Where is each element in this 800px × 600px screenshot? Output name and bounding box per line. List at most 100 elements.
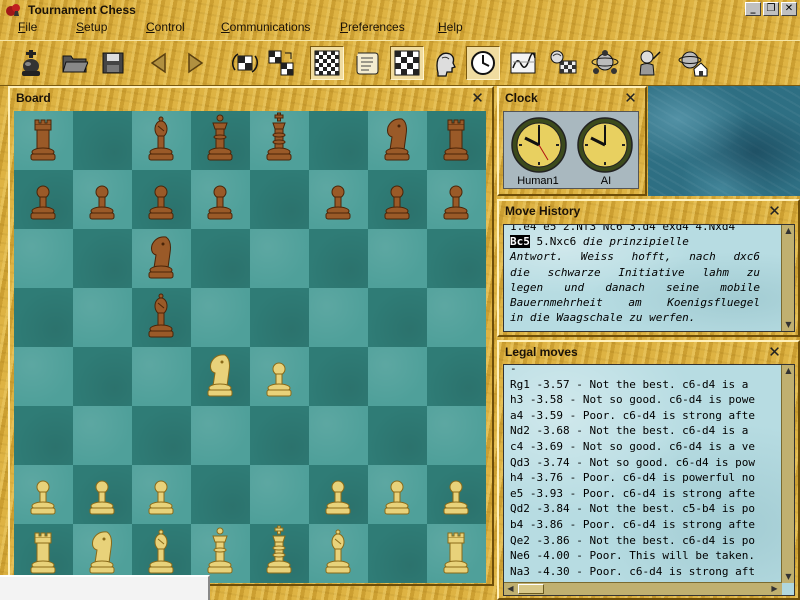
scroll-up-icon[interactable]: ▲ bbox=[782, 365, 794, 377]
board-square[interactable] bbox=[132, 406, 191, 465]
board-square[interactable] bbox=[14, 288, 73, 347]
scroll-up-icon[interactable]: ▲ bbox=[782, 225, 794, 237]
board-square[interactable] bbox=[14, 170, 73, 229]
legal-move-line[interactable]: Qe2 -3.86 - Not the best. c6-d4 is po bbox=[510, 533, 772, 549]
board-square[interactable] bbox=[309, 524, 368, 583]
scroll-down-icon[interactable]: ▼ bbox=[782, 319, 794, 331]
back-arrow-icon[interactable] bbox=[142, 46, 176, 80]
board-panel-close-icon[interactable]: ✕ bbox=[470, 91, 485, 106]
chess-board[interactable] bbox=[14, 111, 486, 583]
hscroll-thumb[interactable] bbox=[518, 584, 544, 594]
legal-move-line[interactable]: Ne6 -4.00 - Poor. This will be taken. bbox=[510, 548, 772, 564]
board-square[interactable] bbox=[250, 465, 309, 524]
board-square[interactable] bbox=[427, 524, 486, 583]
board-square[interactable] bbox=[250, 111, 309, 170]
restore-button[interactable]: ❐ bbox=[763, 2, 779, 16]
board-square[interactable] bbox=[427, 111, 486, 170]
board-square[interactable] bbox=[73, 229, 132, 288]
network-icon[interactable] bbox=[588, 46, 622, 80]
board-square[interactable] bbox=[132, 170, 191, 229]
legal-move-line[interactable]: Na3 -4.30 - Poor. c6-d4 is strong aft bbox=[510, 564, 772, 580]
legal-move-line[interactable]: b4 -3.86 - Poor. c6-d4 is strong afte bbox=[510, 517, 772, 533]
current-move-highlight[interactable]: Bc5 bbox=[510, 235, 530, 249]
board-square[interactable] bbox=[191, 170, 250, 229]
board-square[interactable] bbox=[191, 465, 250, 524]
legal-vscrollbar[interactable]: ▲ ▼ bbox=[781, 365, 794, 583]
board-square[interactable] bbox=[250, 347, 309, 406]
menu-help[interactable]: Help bbox=[438, 20, 463, 34]
board-square[interactable] bbox=[427, 347, 486, 406]
legal-move-line[interactable]: c4 -3.69 - Not so good. c6-d4 is a ve bbox=[510, 439, 772, 455]
board-square[interactable] bbox=[14, 347, 73, 406]
open-folder-icon[interactable] bbox=[58, 46, 92, 80]
board-square[interactable] bbox=[368, 465, 427, 524]
legal-move-line[interactable]: h3 -3.58 - Not so good. c6-d4 is powe bbox=[510, 392, 772, 408]
save-disk-icon[interactable] bbox=[96, 46, 130, 80]
menu-control[interactable]: Control bbox=[146, 20, 185, 34]
new-game-king-icon[interactable] bbox=[14, 46, 48, 80]
human-head-icon[interactable] bbox=[428, 46, 462, 80]
scroll-down-icon[interactable]: ▼ bbox=[782, 571, 794, 583]
legal-move-line[interactable]: Qd2 -3.84 - Not the best. c5-b4 is po bbox=[510, 501, 772, 517]
scroll-notation-icon[interactable] bbox=[350, 46, 384, 80]
menu-setup[interactable]: Setup bbox=[76, 20, 107, 34]
legal-move-line[interactable]: Qd3 -3.74 - Not so good. c6-d4 is pow bbox=[510, 455, 772, 471]
board-square[interactable] bbox=[368, 288, 427, 347]
menu-file[interactable]: File bbox=[18, 20, 37, 34]
forward-arrow-icon[interactable] bbox=[178, 46, 212, 80]
menu-communications[interactable]: Communications bbox=[221, 20, 310, 34]
board-square[interactable] bbox=[14, 406, 73, 465]
board-square[interactable] bbox=[427, 465, 486, 524]
board-2d-icon[interactable] bbox=[310, 46, 344, 80]
legal-move-line[interactable]: - bbox=[510, 365, 772, 377]
history-scrollbar[interactable]: ▲ ▼ bbox=[781, 225, 794, 331]
board-square[interactable] bbox=[73, 347, 132, 406]
legal-move-line[interactable]: Nd2 -3.68 - Not the best. c6-d4 is a bbox=[510, 423, 772, 439]
scroll-right-icon[interactable]: ▶ bbox=[768, 583, 781, 595]
clock-icon[interactable] bbox=[466, 46, 500, 80]
minimize-button[interactable]: _ bbox=[745, 2, 761, 16]
board-square[interactable] bbox=[14, 229, 73, 288]
legal-move-line[interactable]: e5 -3.93 - Poor. c6-d4 is strong afte bbox=[510, 486, 772, 502]
legal-move-line[interactable]: h4 -3.76 - Poor. c6-d4 is powerful no bbox=[510, 470, 772, 486]
board-square[interactable] bbox=[132, 347, 191, 406]
legal-moves-list[interactable]: - Rg1 -3.57 - Not the best. c6-d4 is a h3 … bbox=[503, 364, 795, 596]
board-square[interactable] bbox=[427, 229, 486, 288]
menu-preferences[interactable]: Preferences bbox=[340, 20, 405, 34]
legal-move-line[interactable]: a4 -3.59 - Poor. c6-d4 is strong afte bbox=[510, 408, 772, 424]
scroll-left-icon[interactable]: ◀ bbox=[504, 583, 517, 595]
legal-hscrollbar[interactable]: ◀ ▶ bbox=[504, 582, 782, 595]
legal-move-line[interactable]: Rg1 -3.57 - Not the best. c6-d4 is a bbox=[510, 377, 772, 393]
board-square[interactable] bbox=[368, 170, 427, 229]
board-3d-icon[interactable] bbox=[390, 46, 424, 80]
flip-board-icon[interactable] bbox=[228, 46, 262, 80]
legal-moves-close-icon[interactable]: ✕ bbox=[767, 345, 782, 360]
board-square[interactable] bbox=[191, 406, 250, 465]
board-square[interactable] bbox=[250, 406, 309, 465]
board-square[interactable] bbox=[191, 229, 250, 288]
board-square[interactable] bbox=[132, 288, 191, 347]
board-square[interactable] bbox=[73, 170, 132, 229]
board-square[interactable] bbox=[368, 347, 427, 406]
close-button[interactable]: ✕ bbox=[781, 2, 797, 16]
board-square[interactable] bbox=[132, 465, 191, 524]
swap-sides-icon[interactable] bbox=[264, 46, 298, 80]
board-square[interactable] bbox=[250, 288, 309, 347]
board-square[interactable] bbox=[73, 465, 132, 524]
board-square[interactable] bbox=[309, 111, 368, 170]
move-history-text[interactable]: 1.e4 e5 2.Nf3 Nc6 3.d4 exd4 4.Nxd4 Bc5 5… bbox=[503, 224, 795, 332]
board-square[interactable] bbox=[368, 229, 427, 288]
app-icon[interactable] bbox=[4, 1, 22, 19]
board-square[interactable] bbox=[132, 111, 191, 170]
board-square[interactable] bbox=[250, 170, 309, 229]
board-square[interactable] bbox=[132, 229, 191, 288]
board-square[interactable] bbox=[73, 288, 132, 347]
home-icon[interactable] bbox=[676, 46, 710, 80]
move-history-close-icon[interactable]: ✕ bbox=[767, 204, 782, 219]
analysis-icon[interactable] bbox=[546, 46, 580, 80]
board-square[interactable] bbox=[14, 465, 73, 524]
board-square[interactable] bbox=[309, 406, 368, 465]
board-square[interactable] bbox=[309, 465, 368, 524]
board-square[interactable] bbox=[191, 288, 250, 347]
board-square[interactable] bbox=[73, 406, 132, 465]
